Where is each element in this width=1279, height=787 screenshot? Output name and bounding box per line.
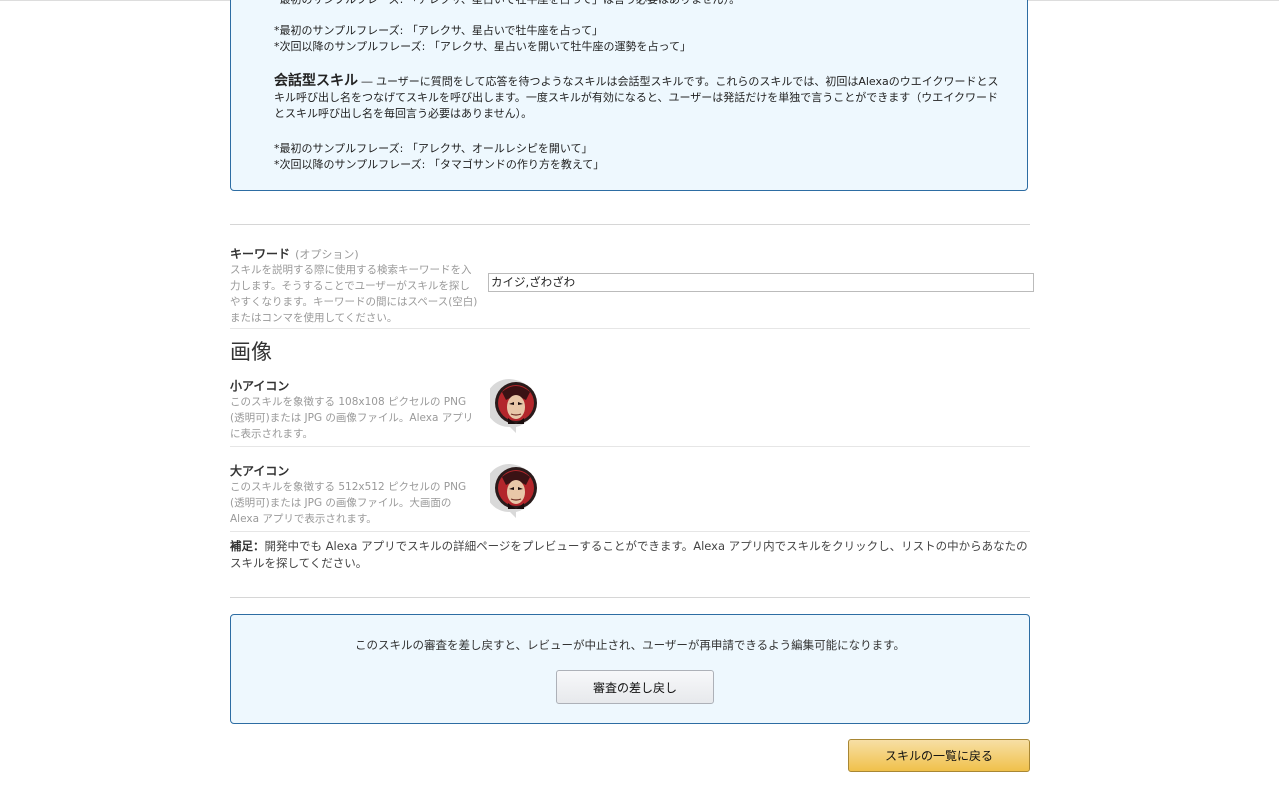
images-section-title: 画像 (230, 340, 272, 364)
small-icon-description: このスキルを象徴する 108x108 ピクセルの PNG (透明可)または JP… (230, 396, 474, 440)
row-divider (230, 446, 1030, 447)
oneshot-sample-first: *最初のサンプルフレーズ: 「アレクサ、星占いで牡牛座を占って」 (274, 24, 603, 37)
cut-off-line: *最初のサンプルフレーズ: 「アレクサ、星占いで牡牛座を占って」は言う必要はあり… (274, 0, 740, 8)
keywords-description: スキルを説明する際に使用する検索キーワードを入力します。そうすることでユーザーが… (230, 264, 478, 324)
conversational-sample-next: *次回以降のサンプルフレーズ: 「タマゴサンドの作り方を教えて」 (274, 158, 605, 171)
small-icon-preview[interactable] (490, 378, 542, 434)
keywords-label: キーワード (230, 247, 291, 261)
withdraw-review-box: このスキルの審査を差し戻すと、レビューが中止され、ユーザーが再申請できるよう編集… (230, 614, 1030, 724)
conversational-sample-first: *最初のサンプルフレーズ: 「アレクサ、オールレシピを開いて」 (274, 142, 593, 155)
skill-type-info-box: *最初のサンプルフレーズ: 「アレクサ、星占いで牡牛座を占って」は言う必要はあり… (230, 0, 1028, 191)
keywords-input[interactable]: カイジ,ざわざわ (488, 273, 1034, 292)
note-text: 開発中でも Alexa アプリでスキルの詳細ページをプレビューすることができます… (230, 539, 1028, 570)
large-icon-row: 大アイコン このスキルを象徴する 512x512 ピクセルの PNG (透明可)… (230, 462, 1030, 527)
oneshot-sample-next: *次回以降のサンプルフレーズ: 「アレクサ、星占いを開いて牡牛座の運勢を占って」 (274, 40, 691, 53)
conversational-skill-title: 会話型スキル (274, 73, 358, 89)
keywords-optional-tag: (オプション) (295, 248, 359, 261)
small-icon-label: 小アイコン (230, 379, 290, 393)
preview-note: 補足：開発中でも Alexa アプリでスキルの詳細ページをプレビューすることがで… (230, 538, 1030, 572)
withdraw-review-button[interactable]: 審査の差し戻し (556, 670, 714, 704)
row-divider (230, 531, 1030, 532)
section-divider (230, 224, 1030, 225)
large-icon-label: 大アイコン (230, 464, 290, 478)
conversational-skill-body: ― ユーザーに質問をして応答を待つようなスキルは会話型スキルです。これらのスキル… (274, 75, 999, 120)
back-to-skill-list-button[interactable]: スキルの一覧に戻る (848, 739, 1030, 772)
section-divider (230, 597, 1030, 598)
note-label: 補足： (230, 539, 265, 553)
large-icon-preview[interactable] (490, 463, 542, 519)
small-icon-row: 小アイコン このスキルを象徴する 108x108 ピクセルの PNG (透明可)… (230, 377, 1030, 442)
withdraw-message: このスキルの審査を差し戻すと、レビューが中止され、ユーザーが再申請できるよう編集… (354, 638, 906, 652)
conversational-skill-paragraph: 会話型スキル ― ユーザーに質問をして応答を待つようなスキルは会話型スキルです。… (274, 73, 1006, 122)
large-icon-description: このスキルを象徴する 512x512 ピクセルの PNG (透明可)または JP… (230, 481, 467, 525)
row-divider (230, 328, 1030, 329)
keywords-label-group: キーワード (オプション) (230, 243, 1030, 262)
